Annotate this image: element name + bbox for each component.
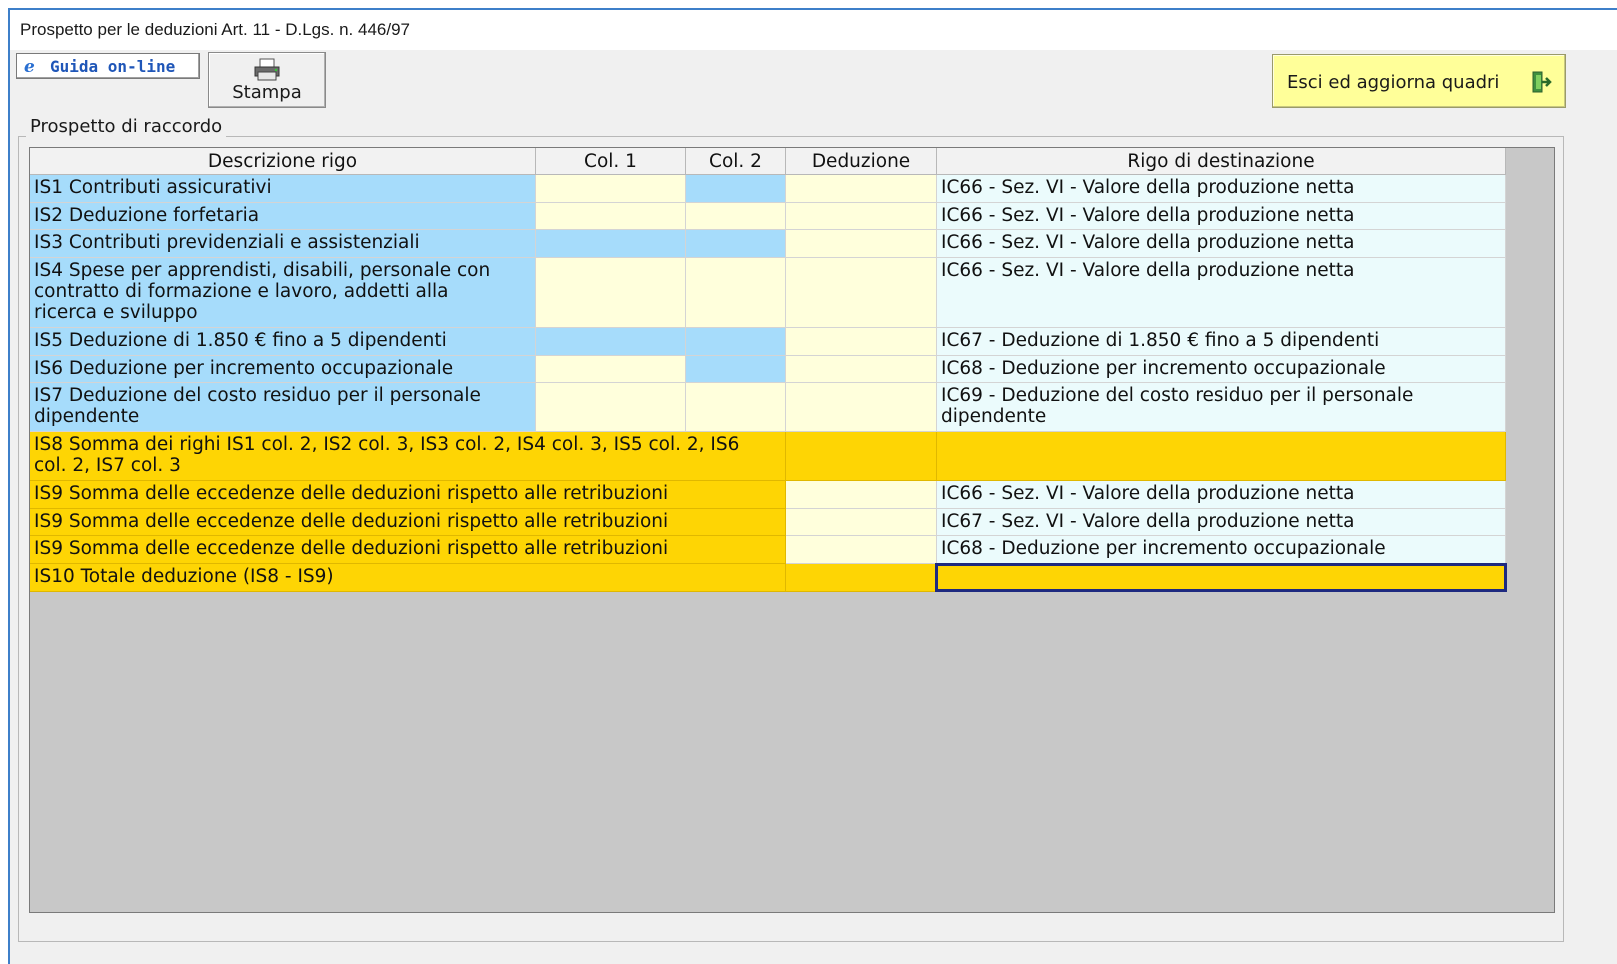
row-is5-dest: IC67 - Deduzione di 1.850 € fino a 5 dip… (937, 328, 1506, 356)
row-is1-col1[interactable] (536, 175, 686, 203)
row-is3-dest: IC66 - Sez. VI - Valore della produzione… (937, 230, 1506, 258)
row-is6-col1[interactable] (536, 356, 686, 383)
row-is5-col2 (686, 328, 786, 356)
row-is4-deduzione[interactable] (786, 258, 937, 328)
row-is2-col2[interactable] (686, 203, 786, 230)
row-is4-col1[interactable] (536, 258, 686, 328)
row-is4-desc: IS4 Spese per apprendisti, disabili, per… (30, 258, 536, 328)
dialog-window: Prospetto per le deduzioni Art. 11 - D.L… (8, 8, 1617, 964)
row-is9b-desc: IS9 Somma delle eccedenze delle deduzion… (30, 509, 786, 536)
raccordo-grid: Descrizione rigo Col. 1 Col. 2 Deduzione… (29, 147, 1555, 913)
row-is7-col1[interactable] (536, 383, 686, 432)
stampa-button[interactable]: Stampa (208, 52, 326, 108)
guida-online-button[interactable]: e Guida on-line (16, 53, 200, 79)
esci-aggiorna-quadri-button[interactable]: Esci ed aggiorna quadri (1272, 54, 1566, 108)
row-is1-dest: IC66 - Sez. VI - Valore della produzione… (937, 175, 1506, 203)
row-is9c-dest: IC68 - Deduzione per incremento occupazi… (937, 536, 1506, 564)
row-is9a-deduzione[interactable] (786, 481, 937, 509)
header-col1: Col. 1 (536, 148, 686, 175)
row-is3-desc: IS3 Contributi previdenziali e assistenz… (30, 230, 536, 258)
row-is10-deduzione (786, 564, 937, 592)
guida-online-label: Guida on-line (50, 57, 176, 76)
header-rigo-destinazione: Rigo di destinazione (937, 148, 1506, 175)
row-is9c-desc: IS9 Somma delle eccedenze delle deduzion… (30, 536, 786, 564)
row-is8-desc: IS8 Somma dei righi IS1 col. 2, IS2 col.… (30, 432, 786, 481)
row-is7-dest: IC69 - Deduzione del costo residuo per i… (937, 383, 1506, 432)
printer-icon (254, 58, 280, 81)
row-is7-desc: IS7 Deduzione del costo residuo per il p… (30, 383, 536, 432)
row-is10-dest[interactable] (935, 563, 1507, 592)
row-is2-deduzione[interactable] (786, 203, 937, 230)
window-title: Prospetto per le deduzioni Art. 11 - D.L… (20, 20, 410, 39)
row-is9a-dest: IC66 - Sez. VI - Valore della produzione… (937, 481, 1506, 509)
header-col2: Col. 2 (686, 148, 786, 175)
row-is8-dest (937, 432, 1506, 481)
row-is8-deduzione (786, 432, 937, 481)
group-legend: Prospetto di raccordo (26, 116, 227, 137)
row-is2-desc: IS2 Deduzione forfetaria (30, 203, 536, 230)
row-is4-col2[interactable] (686, 258, 786, 328)
row-is2-col1[interactable] (536, 203, 686, 230)
row-is1-deduzione[interactable] (786, 175, 937, 203)
row-is5-desc: IS5 Deduzione di 1.850 € fino a 5 dipend… (30, 328, 536, 356)
header-descrizione: Descrizione rigo (30, 148, 536, 175)
esci-label: Esci ed aggiorna quadri (1287, 72, 1500, 93)
stampa-label: Stampa (232, 82, 302, 103)
row-is6-dest: IC68 - Deduzione per incremento occupazi… (937, 356, 1506, 383)
row-is7-deduzione[interactable] (786, 383, 937, 432)
row-is3-col1 (536, 230, 686, 258)
row-is6-col2 (686, 356, 786, 383)
row-is5-deduzione[interactable] (786, 328, 937, 356)
header-deduzione: Deduzione (786, 148, 937, 175)
row-is9c-deduzione[interactable] (786, 536, 937, 564)
row-is9b-dest: IC67 - Sez. VI - Valore della produzione… (937, 509, 1506, 536)
row-is5-col1 (536, 328, 686, 356)
row-is6-deduzione[interactable] (786, 356, 937, 383)
row-is10-desc: IS10 Totale deduzione (IS8 - IS9) (30, 564, 786, 592)
row-is2-dest: IC66 - Sez. VI - Valore della produzione… (937, 203, 1506, 230)
row-is7-col2[interactable] (686, 383, 786, 432)
row-is1-desc: IS1 Contributi assicurativi (30, 175, 536, 203)
row-is6-desc: IS6 Deduzione per incremento occupaziona… (30, 356, 536, 383)
row-is3-deduzione[interactable] (786, 230, 937, 258)
row-is3-col2 (686, 230, 786, 258)
title-bar: Prospetto per le deduzioni Art. 11 - D.L… (10, 10, 1617, 50)
internet-explorer-icon: e (24, 57, 35, 77)
row-is9a-desc: IS9 Somma delle eccedenze delle deduzion… (30, 481, 786, 509)
exit-door-icon (1532, 71, 1552, 93)
row-is9b-deduzione[interactable] (786, 509, 937, 536)
row-is4-dest: IC66 - Sez. VI - Valore della produzione… (937, 258, 1506, 328)
row-is1-col2 (686, 175, 786, 203)
